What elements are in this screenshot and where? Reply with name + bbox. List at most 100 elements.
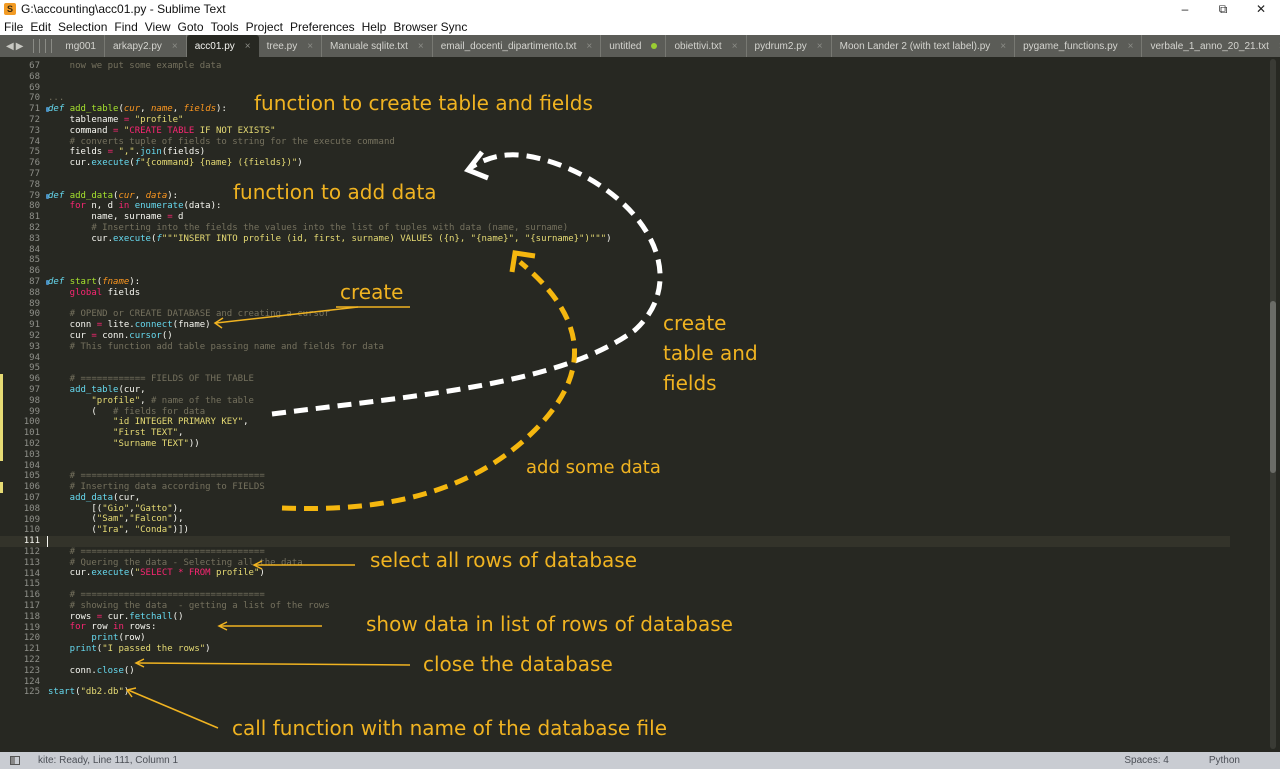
code-line[interactable]: # Inserting data according to FIELDS: [48, 482, 612, 493]
code-token: def: [48, 276, 70, 287]
code-line[interactable]: # Inserting into the fields the values i…: [48, 223, 612, 234]
tab-10[interactable]: pygame_functions.py ×: [1015, 35, 1143, 57]
code-line[interactable]: now we put some example data: [48, 61, 612, 72]
line-number: 123: [23, 665, 40, 676]
code-line[interactable]: command = "CREATE TABLE IF NOT EXISTS": [48, 126, 612, 137]
code-line[interactable]: [("Gio","Gatto"),: [48, 504, 612, 515]
menu-tools[interactable]: Tools: [211, 20, 239, 34]
scrollbar-thumb[interactable]: [1270, 300, 1276, 473]
tab-7[interactable]: obiettivi.txt ×: [666, 35, 747, 57]
line-number: 83: [29, 233, 40, 244]
code-line[interactable]: [48, 266, 612, 277]
tab-nav-left-icon[interactable]: ◀: [6, 41, 14, 52]
menu-help[interactable]: Help: [362, 20, 387, 34]
tab-3[interactable]: tree.py ×: [259, 35, 323, 57]
code-line[interactable]: [48, 579, 612, 590]
tab-8[interactable]: pydrum2.py ×: [747, 35, 832, 57]
code-line[interactable]: [48, 363, 612, 374]
tab-0[interactable]: mg001: [57, 35, 105, 57]
code-token: ,: [123, 525, 135, 536]
indentation-setting[interactable]: Spaces: 4: [1124, 755, 1168, 766]
minimize-button[interactable]: –: [1166, 0, 1204, 18]
code-line[interactable]: ( # fields for data: [48, 407, 612, 418]
code-line[interactable]: # converts tuple of fields to string for…: [48, 137, 612, 148]
tab-11[interactable]: verbale_1_anno_20_21.txt×: [1142, 35, 1280, 57]
tab-bar: ◀ ▶ mg001 arkapy2.py × acc01.py × tree.py × Man…: [0, 35, 1280, 57]
tab-5[interactable]: email_docenti_dipartimento.txt ×: [433, 35, 602, 57]
line-number: 76: [29, 158, 40, 169]
code-line[interactable]: conn = lite.connect(fname): [48, 320, 612, 331]
code-token: ),: [172, 503, 184, 514]
vertical-scrollbar[interactable]: [1270, 59, 1276, 749]
code-line[interactable]: add_data(cur,: [48, 493, 612, 504]
code-line[interactable]: "Surname TEXT")): [48, 439, 612, 450]
close-button[interactable]: ✕: [1242, 0, 1280, 18]
code-line[interactable]: "First TEXT",: [48, 428, 612, 439]
code-line[interactable]: [48, 299, 612, 310]
menu-file[interactable]: File: [4, 20, 23, 34]
code-line[interactable]: [48, 245, 612, 256]
tab-close-icon[interactable]: ×: [1128, 41, 1134, 52]
code-token: cur: [118, 190, 135, 201]
tab-close-icon[interactable]: ×: [307, 41, 313, 52]
tab-2[interactable]: acc01.py ×: [186, 35, 259, 57]
tab-label: obiettivi.txt: [674, 40, 722, 52]
syntax-selector[interactable]: Python: [1209, 755, 1240, 766]
code-line[interactable]: tablename = "profile": [48, 115, 612, 126]
menu-browser-sync[interactable]: Browser Sync: [393, 20, 467, 34]
code-line[interactable]: global fields: [48, 288, 612, 299]
code-line[interactable]: "id INTEGER PRIMARY KEY",: [48, 417, 612, 428]
code-token: # OPEND or CREATE DATABASE and creating …: [48, 309, 330, 320]
code-line[interactable]: name, surname = d: [48, 212, 612, 223]
tab-close-icon[interactable]: ×: [586, 41, 592, 52]
menu-selection[interactable]: Selection: [58, 20, 107, 34]
panel-toggle-icon[interactable]: [10, 756, 20, 765]
code-line[interactable]: [48, 676, 612, 687]
code-line[interactable]: [48, 169, 612, 180]
code-line[interactable]: "profile", # name of the table: [48, 396, 612, 407]
tab-close-icon[interactable]: ×: [245, 41, 251, 52]
code-line[interactable]: ("Sam","Falcon"),: [48, 514, 612, 525]
code-line[interactable]: def start(fname):: [48, 277, 612, 288]
menu-preferences[interactable]: Preferences: [290, 20, 355, 34]
tab-close-icon[interactable]: ×: [817, 41, 823, 52]
code-line[interactable]: fields = ",".join(fields): [48, 147, 612, 158]
code-line[interactable]: [48, 72, 612, 83]
line-number: 90: [29, 309, 40, 320]
unsaved-dot-icon[interactable]: [651, 43, 658, 49]
collapsed-tabs[interactable]: [33, 35, 57, 57]
menu-view[interactable]: View: [145, 20, 171, 34]
code-line[interactable]: [48, 255, 612, 266]
code-line[interactable]: # showing the data - getting a list of t…: [48, 601, 612, 612]
code-line[interactable]: # ==================================: [48, 590, 612, 601]
tab-close-icon[interactable]: ×: [418, 41, 424, 52]
code-token: fname: [102, 276, 130, 287]
menu-goto[interactable]: Goto: [178, 20, 204, 34]
code-line[interactable]: cur.execute(f"{command} {name} ({fields}…: [48, 158, 612, 169]
code-line[interactable]: start("db2.db"): [48, 687, 612, 698]
code-line[interactable]: ("Ira", "Conda")]): [48, 525, 612, 536]
code-line[interactable]: add_table(cur,: [48, 385, 612, 396]
restore-button[interactable]: ⧉: [1204, 0, 1242, 18]
code-line[interactable]: [48, 536, 612, 547]
tab-close-icon[interactable]: ×: [732, 41, 738, 52]
menu-edit[interactable]: Edit: [30, 20, 51, 34]
tab-4[interactable]: Manuale sqlite.txt ×: [322, 35, 433, 57]
code-line[interactable]: cur = conn.cursor(): [48, 331, 612, 342]
tab-close-icon[interactable]: ×: [172, 41, 178, 52]
tab-close-icon[interactable]: ×: [1000, 41, 1006, 52]
tab-9[interactable]: Moon Lander 2 (with text label).py ×: [832, 35, 1016, 57]
code-line[interactable]: # OPEND or CREATE DATABASE and creating …: [48, 309, 612, 320]
menu-find[interactable]: Find: [114, 20, 137, 34]
tab-1[interactable]: arkapy2.py ×: [105, 35, 187, 57]
note-create-table-fields-line2: table and: [663, 341, 758, 365]
code-line[interactable]: # ============ FIELDS OF THE TABLE: [48, 374, 612, 385]
tab-6[interactable]: untitled: [601, 35, 667, 57]
code-area[interactable]: now we put some example data ... def add_…: [48, 61, 612, 698]
code-line[interactable]: # This function add table passing name a…: [48, 342, 612, 353]
menu-project[interactable]: Project: [246, 20, 283, 34]
code-editor[interactable]: 67 68 69 70 71 72 73 74 75 76 77 78 79 80 81 82 83 84 85 86…: [0, 57, 1280, 752]
code-line[interactable]: [48, 353, 612, 364]
tab-nav-right-icon[interactable]: ▶: [16, 41, 24, 52]
code-line[interactable]: cur.execute(f"""INSERT INTO profile (id,…: [48, 234, 611, 245]
